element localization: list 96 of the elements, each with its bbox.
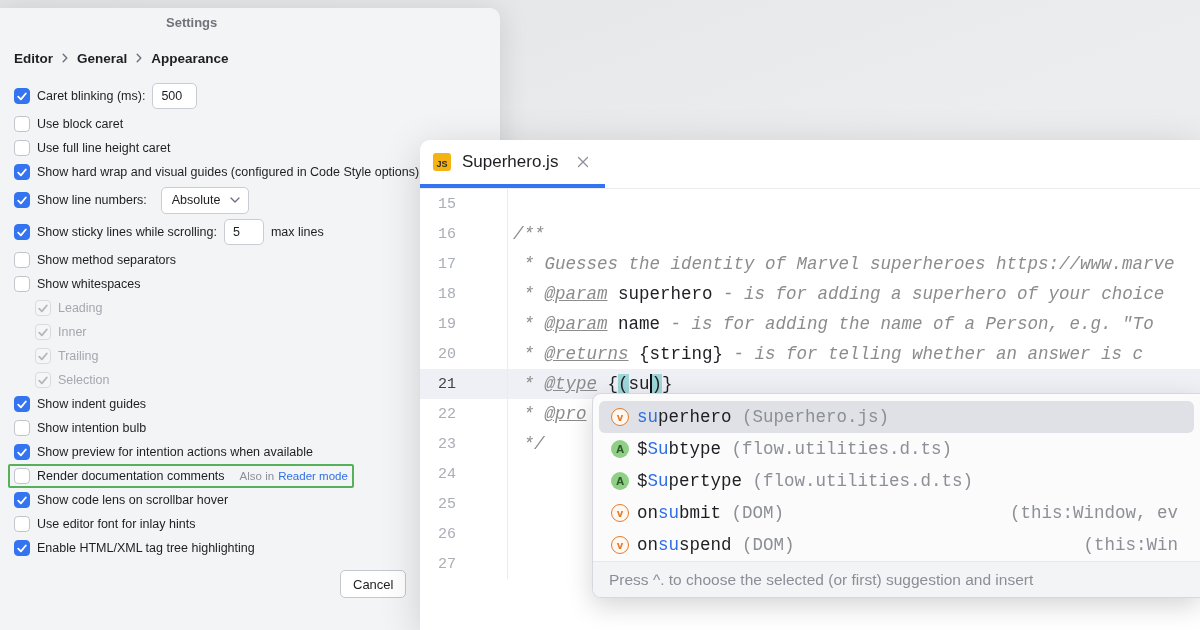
checkmark-icon	[17, 399, 27, 409]
option-label: Enable HTML/XML tag tree highlighting	[37, 541, 255, 555]
line-number: 21	[438, 375, 456, 393]
hint-text: Press ^. to choose the selected (or first) suggestion and insert	[609, 570, 1034, 589]
line-number: 25	[438, 495, 456, 513]
option-label: Use full line height caret	[37, 141, 171, 155]
option-suffix: max lines	[270, 225, 324, 239]
breadcrumb-item[interactable]: General	[77, 50, 128, 66]
option-label: Render documentation comments	[37, 469, 225, 483]
line-number: 26	[438, 525, 456, 543]
checkbox[interactable]	[14, 276, 30, 292]
dropdown[interactable]: Absolute	[160, 186, 250, 214]
option-label: Show line numbers:	[37, 193, 147, 207]
ring-letter-icon: v	[611, 536, 629, 554]
checkmark-icon	[17, 91, 27, 101]
window-title: Settings	[166, 14, 218, 30]
chevron-right-icon	[136, 53, 143, 63]
line-number: 18	[438, 285, 456, 303]
checkmark-icon	[38, 303, 48, 313]
completion-item[interactable]: v onsubmit (DOM) (this:Window, ev	[599, 497, 1194, 529]
reader-mode-link[interactable]: Reader mode	[278, 470, 348, 482]
code-line: * @param superhero - is for adding a superhero of your choice	[522, 284, 1165, 304]
close-icon[interactable]	[577, 156, 590, 168]
type-signature: (this:Window, ev	[1009, 503, 1178, 523]
line-number: 23	[438, 435, 456, 453]
breadcrumb-item[interactable]: Editor	[14, 50, 53, 66]
chevron-down-icon	[230, 197, 241, 203]
completion-item[interactable]: v superhero (Superhero.js)	[599, 401, 1194, 433]
option-label: Selection	[58, 373, 110, 387]
disc-letter-icon: A	[611, 472, 629, 490]
ring-letter-icon: v	[611, 504, 629, 522]
checkbox[interactable]	[14, 396, 30, 412]
checkmark-icon	[17, 543, 27, 553]
checkbox[interactable]	[14, 88, 30, 104]
number-field[interactable]: 500	[152, 83, 198, 109]
option-label: Inner	[58, 325, 87, 339]
breadcrumb-item[interactable]: Appearance	[151, 50, 229, 66]
type-signature: (this:Win	[1083, 535, 1178, 555]
checkmark-icon	[38, 351, 48, 361]
checkmark-icon	[17, 195, 27, 205]
checkbox[interactable]	[14, 116, 30, 132]
dialog-button[interactable]: Cancel	[340, 570, 407, 598]
code-line: * @returns {string} - is for telling whether an answer is c	[522, 344, 1144, 364]
checkbox[interactable]	[14, 468, 30, 484]
checkbox[interactable]	[14, 192, 30, 208]
option-label: Show preview for intention actions when available	[37, 445, 313, 459]
code-line: * @param name - is for adding the name of a Person, e.g. "To	[522, 314, 1154, 334]
checkbox[interactable]	[14, 224, 30, 240]
file-tab[interactable]: JS Superhero.js	[420, 140, 606, 188]
code-line: */	[522, 434, 545, 454]
option-label: Show whitespaces	[37, 277, 141, 291]
code-line: * @pro	[522, 404, 587, 424]
checkmark-icon	[17, 167, 27, 177]
option-label: Show method separators	[37, 253, 176, 267]
checkbox[interactable]	[14, 164, 30, 180]
file-type-icon: JS	[433, 153, 451, 171]
line-number: 20	[438, 345, 456, 363]
option-label: Show intention bulb	[37, 421, 147, 435]
chevron-right-icon	[62, 53, 68, 63]
line-number: 24	[438, 465, 456, 483]
checkmark-icon	[17, 495, 27, 505]
option-label: Leading	[58, 301, 103, 315]
line-number: 19	[438, 315, 456, 333]
line-number: 15	[438, 195, 456, 213]
checkmark-icon	[38, 375, 48, 385]
completion-item[interactable]: A $Supertype (flow.utilities.d.ts)	[599, 465, 1194, 497]
checkbox[interactable]	[14, 252, 30, 268]
line-number: 16	[438, 225, 456, 243]
option-label: Trailing	[58, 349, 99, 363]
disc-letter-icon: A	[611, 440, 629, 458]
checkmark-icon	[17, 447, 27, 457]
checkbox[interactable]	[14, 516, 30, 532]
code-line: * Guesses the identity of Marvel superheroes https://www.marve	[522, 254, 1175, 274]
line-number: 17	[438, 255, 456, 273]
option-label: Show sticky lines while scrolling:	[37, 225, 217, 239]
code-line: /**	[513, 224, 545, 244]
line-number: 22	[438, 405, 456, 423]
option-label: Show indent guides	[37, 397, 147, 411]
checkbox[interactable]	[14, 420, 30, 436]
checkbox[interactable]	[14, 140, 30, 156]
option-label: Use editor font for inlay hints	[37, 517, 196, 531]
number-field[interactable]: 5	[223, 219, 264, 245]
checkbox[interactable]	[14, 540, 30, 556]
checkbox[interactable]	[14, 444, 30, 460]
checkbox[interactable]	[14, 492, 30, 508]
option-label: Caret blinking (ms):	[37, 89, 146, 103]
line-number: 27	[438, 555, 456, 573]
checkmark-icon	[17, 227, 27, 237]
option-label: Use block caret	[37, 117, 124, 131]
ring-letter-icon: v	[611, 408, 629, 426]
option-label: Show code lens on scrollbar hover	[37, 493, 229, 507]
completion-item[interactable]: A $Subtype (flow.utilities.d.ts)	[599, 433, 1194, 465]
hint-text: Also in	[239, 470, 275, 482]
completion-item[interactable]: v onsuspend (DOM) (this:Win	[599, 529, 1194, 561]
checkmark-icon	[38, 327, 48, 337]
option-label: Show hard wrap and visual guides (configured in Code Style options)	[37, 165, 420, 179]
